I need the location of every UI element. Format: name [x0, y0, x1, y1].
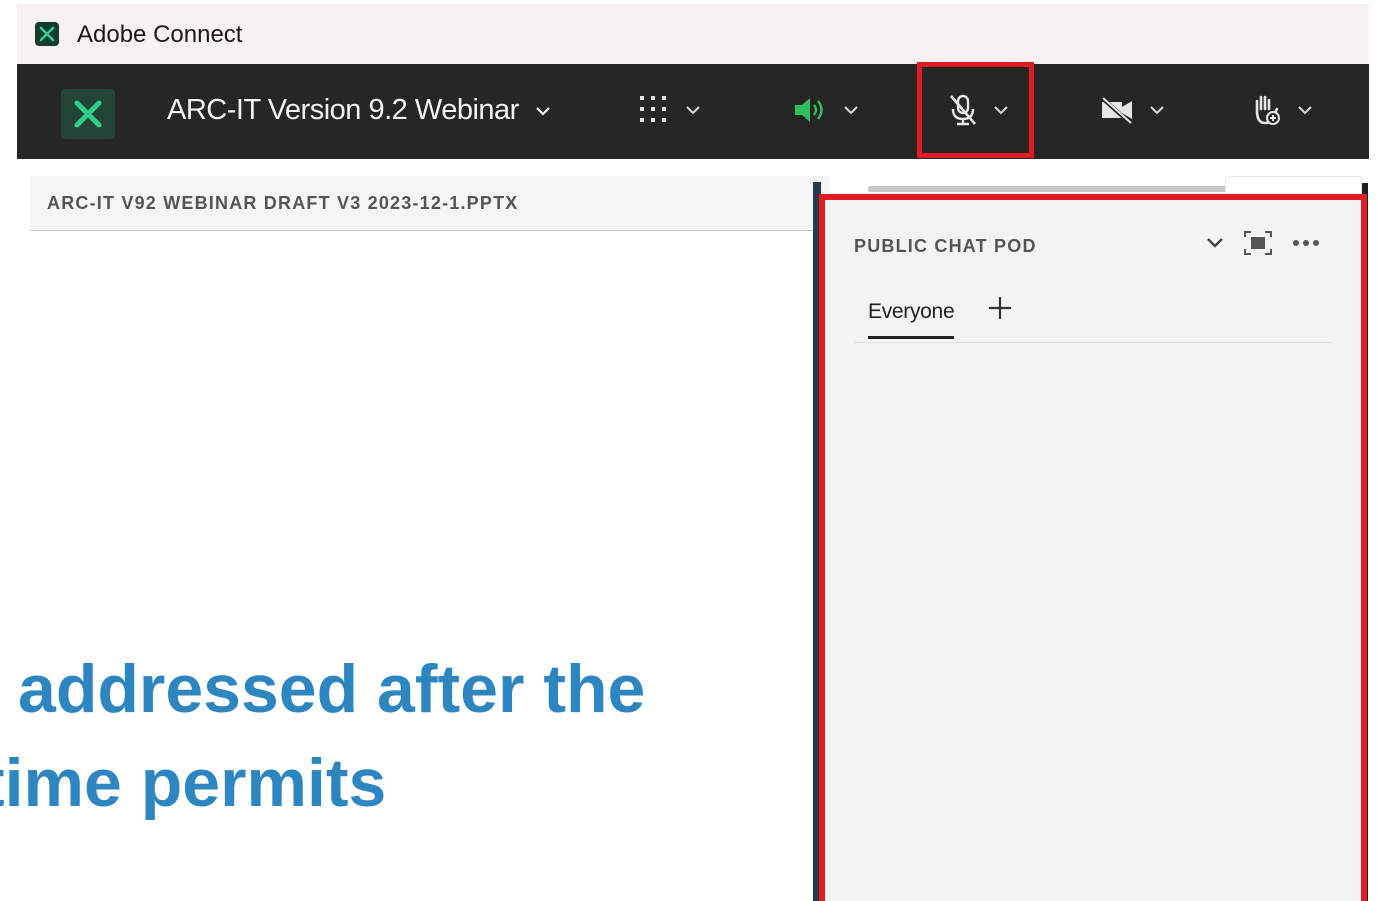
raise-hand-button[interactable]	[1249, 90, 1313, 130]
meeting-title-menu[interactable]: ARC-IT Version 9.2 Webinar	[167, 94, 551, 127]
window-title: Adobe Connect	[77, 21, 243, 48]
share-pod-title: ARC-IT V92 WEBINAR DRAFT V3 2023-12-1.PP…	[47, 193, 519, 213]
share-pod-header: ARC-IT V92 WEBINAR DRAFT V3 2023-12-1.PP…	[30, 176, 830, 231]
microphone-button[interactable]	[947, 90, 1009, 130]
chat-pod-title: PUBLIC CHAT POD	[854, 236, 1037, 256]
more-options-icon[interactable]	[1291, 238, 1321, 248]
chat-pod-controls	[1205, 230, 1339, 256]
chevron-down-icon	[1150, 106, 1164, 115]
adobe-connect-app-icon	[35, 22, 59, 46]
chevron-down-icon	[536, 106, 550, 116]
chevron-down-icon	[844, 106, 858, 115]
plus-icon	[989, 297, 1011, 319]
adobe-connect-logo	[61, 89, 115, 139]
chevron-down-icon	[686, 106, 700, 115]
slide-text-line-2: time permits	[0, 745, 387, 821]
window-titlebar: Adobe Connect	[17, 4, 1369, 64]
grid-icon	[640, 96, 666, 122]
tab-everyone[interactable]: Everyone	[868, 300, 955, 339]
chevron-down-icon	[1298, 106, 1312, 115]
add-tab-button[interactable]	[986, 294, 1014, 322]
slide-text-line-1: addressed after the	[18, 651, 646, 727]
mic-muted-icon	[950, 94, 976, 126]
chat-pod-top-tab	[1225, 176, 1362, 195]
raise-hand-icon	[1255, 95, 1280, 125]
meeting-title: ARC-IT Version 9.2 Webinar	[167, 94, 519, 126]
camera-button[interactable]	[1099, 90, 1165, 130]
public-chat-pod: PUBLIC CHAT POD Everyone	[819, 194, 1367, 901]
slide-content: addressed after the time permits	[0, 642, 782, 830]
maximize-icon[interactable]	[1243, 230, 1273, 256]
adobe-connect-window: Adobe Connect ARC-IT Version 9.2 Webinar	[0, 0, 1378, 901]
speaker-icon	[795, 98, 823, 122]
apps-button[interactable]	[637, 90, 701, 130]
speaker-button[interactable]	[793, 90, 859, 130]
camera-off-icon	[1100, 96, 1132, 125]
chat-tabs: Everyone	[854, 290, 1332, 343]
meeting-toolbar: ARC-IT Version 9.2 Webinar	[17, 62, 1369, 159]
chevron-down-icon	[994, 106, 1008, 115]
collapse-chevron-icon[interactable]	[1205, 236, 1225, 250]
